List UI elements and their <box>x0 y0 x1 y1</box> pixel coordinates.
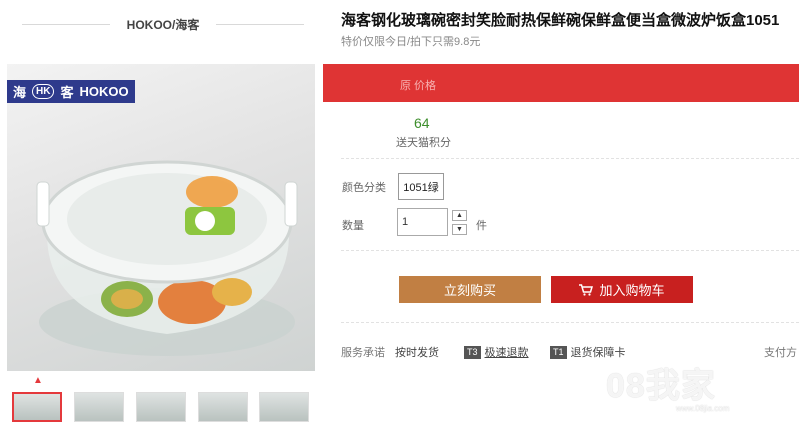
divider <box>341 322 799 323</box>
points-label: 送天猫积分 <box>396 137 451 149</box>
points-value: 64 <box>414 115 430 131</box>
thumbnail[interactable] <box>74 392 124 422</box>
thumbnail[interactable] <box>136 392 186 422</box>
quantity-unit: 件 <box>476 220 487 232</box>
product-main-image[interactable]: 海 HK 客 HOKOO <box>7 64 315 371</box>
price-label: 原 价格 <box>400 80 437 92</box>
cart-icon <box>579 283 594 296</box>
t1-badge: T1 <box>550 345 567 359</box>
service-refund-link[interactable]: 极速退款 <box>485 344 529 360</box>
chevron-up-icon[interactable]: ▲ <box>33 375 43 386</box>
store-header: HOKOO/海客 <box>22 14 304 36</box>
divider <box>341 250 799 251</box>
product-title: 海客钢化玻璃碗密封笑脸耐热保鲜碗保鲜盒便当盒微波炉饭盒1051 <box>341 12 780 29</box>
color-label: 颜色分类 <box>342 182 386 194</box>
product-subtitle: 特价仅限今日/拍下只需9.8元 <box>341 36 481 48</box>
add-to-cart-label: 加入购物车 <box>599 283 665 298</box>
decrement-icon[interactable]: ▼ <box>452 224 467 235</box>
thumbnail[interactable] <box>198 392 248 422</box>
service-label-text: 服务承诺 <box>341 347 385 359</box>
quantity-input[interactable] <box>397 208 448 236</box>
add-to-cart-button[interactable]: 加入购物车 <box>551 276 693 303</box>
divider <box>341 158 799 159</box>
thumbnail[interactable] <box>12 392 62 422</box>
price-banner: 原 价格 <box>323 64 799 102</box>
divider <box>216 24 304 25</box>
buy-now-label: 立刻购买 <box>443 283 496 298</box>
color-option[interactable]: 1051绿 <box>398 173 444 200</box>
thumbnail[interactable] <box>259 392 309 422</box>
watermark-url: www.08jia.com <box>676 404 730 413</box>
payment-label: 支付方 <box>764 344 797 360</box>
service-refund[interactable]: T3 极速退款 <box>464 344 529 360</box>
service-label: 服务承诺 <box>341 344 385 360</box>
t3-badge: T3 <box>464 345 481 359</box>
increment-icon[interactable]: ▲ <box>452 210 467 221</box>
service-shipping-text: 按时发货 <box>395 347 439 359</box>
quantity-label: 数量 <box>342 220 364 232</box>
service-shipping: 按时发货 <box>395 344 439 360</box>
product-photo <box>36 160 298 356</box>
buy-now-button[interactable]: 立刻购买 <box>399 276 541 303</box>
payment-label-text: 支付方 <box>764 347 797 359</box>
watermark: 08我家 <box>606 367 716 405</box>
